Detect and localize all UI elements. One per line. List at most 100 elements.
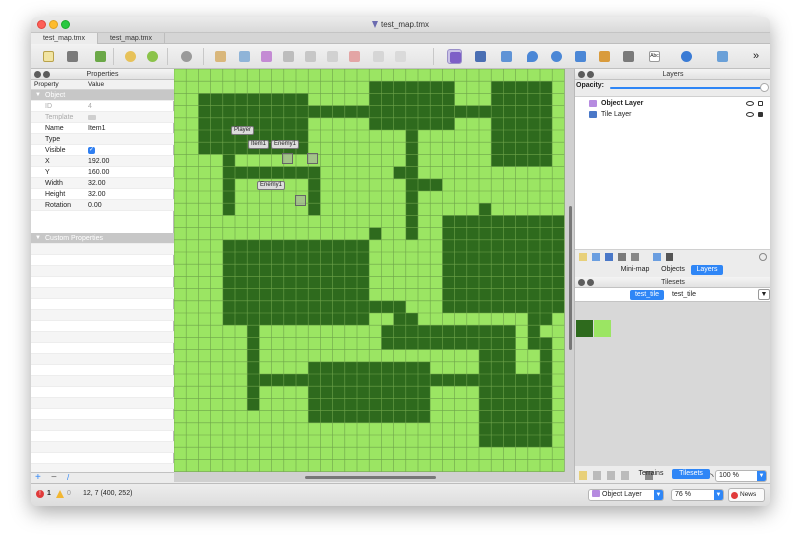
layers-menu-icon[interactable] — [759, 253, 767, 261]
property-row[interactable]: Y 160.00 — [31, 167, 174, 178]
property-row[interactable]: ID 4 — [31, 101, 174, 112]
undo-button[interactable] — [123, 49, 138, 64]
object-label-enemy1[interactable]: Enemy1 — [271, 140, 300, 149]
opacity-slider-track[interactable] — [610, 87, 763, 89]
delete-layer-icon[interactable] — [631, 253, 639, 261]
property-value[interactable]: 4 — [88, 101, 92, 112]
lower-layer-icon[interactable] — [605, 253, 613, 261]
zoom-combo[interactable]: 76 % ▼ — [671, 489, 724, 501]
new-document-button[interactable] — [41, 49, 56, 64]
tab-objects[interactable]: Objects — [657, 265, 689, 275]
rename-property-button[interactable]: / — [67, 473, 69, 482]
layer-properties-icon[interactable] — [653, 253, 661, 261]
panel-close-icon[interactable] — [578, 279, 585, 286]
layer-row-object-layer[interactable]: Object Layer — [575, 98, 770, 109]
redo-button[interactable] — [145, 49, 160, 64]
lock-icon[interactable] — [758, 112, 763, 117]
random-mode-button[interactable] — [179, 49, 194, 64]
group-object[interactable]: ▼ Object — [31, 90, 174, 101]
map-view[interactable]: Player Item1 Enemy1 Enemy1 — [174, 69, 574, 482]
property-row[interactable]: Visible ✓ — [31, 145, 174, 156]
panel-close-icon[interactable] — [578, 71, 585, 78]
map-vertical-scrollbar[interactable] — [569, 206, 572, 350]
property-value[interactable]: 160.00 — [88, 167, 109, 178]
property-value[interactable]: 0.00 — [88, 200, 102, 211]
template-icon[interactable] — [88, 115, 96, 120]
object-label-enemy1-b[interactable]: Enemy1 — [257, 181, 286, 190]
tab-layers[interactable]: Layers — [691, 265, 723, 275]
tileset-menu-chevron-icon[interactable]: ▼ — [758, 289, 770, 300]
news-button[interactable]: News — [728, 488, 765, 502]
map-object-enemy1[interactable] — [307, 153, 318, 164]
raise-layer-icon[interactable] — [592, 253, 600, 261]
document-tab-2[interactable]: test_map.tmx — [98, 33, 165, 44]
stamp-brush-button[interactable] — [213, 49, 228, 64]
property-row[interactable]: Width 32.00 — [31, 178, 174, 189]
insert-polygon-button[interactable] — [573, 49, 588, 64]
property-row[interactable]: X 192.00 — [31, 156, 174, 167]
terrain-brush-button[interactable] — [237, 49, 252, 64]
object-label-player[interactable]: Player — [231, 126, 255, 135]
tile-grass[interactable] — [594, 320, 611, 337]
property-row[interactable]: Name Item1 — [31, 123, 174, 134]
property-row[interactable]: Template — [31, 112, 174, 123]
current-layer-combo[interactable]: Object Layer ▼ — [588, 489, 664, 501]
map-object-enemy1-b[interactable] — [295, 195, 306, 206]
property-row[interactable]: Height 32.00 — [31, 189, 174, 200]
bucket-fill-button[interactable] — [281, 49, 296, 64]
insert-point-button[interactable] — [525, 49, 540, 64]
panel-float-icon[interactable] — [587, 71, 594, 78]
wang-brush-button[interactable] — [259, 49, 274, 64]
tab-terrains[interactable]: Terrains — [632, 469, 670, 479]
toolbar-overflow-button[interactable]: » — [753, 49, 768, 64]
edit-polygons-button[interactable] — [473, 49, 488, 64]
duplicate-layer-icon[interactable] — [618, 253, 626, 261]
document-tab-1[interactable]: test_map.tmx — [31, 33, 98, 44]
group-custom-properties[interactable]: ▼ Custom Properties — [31, 233, 174, 244]
insert-tile-button[interactable] — [597, 49, 612, 64]
magic-wand-button[interactable] — [371, 49, 386, 64]
tileset-tab-1[interactable]: test_tile — [630, 290, 664, 300]
property-value[interactable]: 32.00 — [88, 189, 106, 200]
object-label-item1[interactable]: Item1 — [248, 140, 270, 149]
map-object-item1[interactable] — [282, 153, 293, 164]
export-button[interactable] — [93, 49, 108, 64]
visibility-eye-icon[interactable] — [746, 101, 754, 106]
move-button[interactable] — [679, 49, 694, 64]
visible-checkbox[interactable]: ✓ — [88, 147, 95, 154]
remove-property-button[interactable]: − — [51, 472, 57, 483]
insert-text-button[interactable]: Abc — [647, 49, 662, 64]
error-icon[interactable]: ! — [36, 490, 44, 498]
insert-rectangle-button[interactable] — [499, 49, 514, 64]
panel-float-icon[interactable] — [43, 71, 50, 78]
tab-minimap[interactable]: Mini-map — [615, 265, 655, 275]
map-horizontal-scrollbar[interactable] — [305, 476, 436, 479]
select-same-button[interactable] — [393, 49, 408, 64]
insert-ellipse-button[interactable] — [549, 49, 564, 64]
tileset-tab-2[interactable]: test_tile — [667, 290, 701, 300]
tab-tilesets[interactable]: Tilesets — [672, 469, 710, 479]
eraser-button[interactable] — [325, 49, 340, 64]
add-property-button[interactable]: + — [35, 472, 41, 483]
insert-template-button[interactable] — [621, 49, 636, 64]
tileset-view[interactable] — [575, 302, 770, 466]
panel-close-icon[interactable] — [34, 71, 41, 78]
rect-select-button[interactable] — [347, 49, 362, 64]
property-row[interactable]: Type — [31, 134, 174, 145]
panel-float-icon[interactable] — [587, 279, 594, 286]
property-value[interactable]: Item1 — [88, 123, 106, 134]
property-value[interactable]: 32.00 — [88, 178, 106, 189]
lock-layer-icon[interactable] — [666, 253, 673, 261]
visibility-eye-icon[interactable] — [746, 112, 754, 117]
warning-icon[interactable] — [56, 490, 64, 498]
property-row[interactable]: Rotation 0.00 — [31, 200, 174, 211]
save-button[interactable] — [65, 49, 80, 64]
layer-row-tile-layer[interactable]: Tile Layer — [575, 109, 770, 120]
select-objects-button[interactable] — [447, 49, 462, 64]
property-value[interactable]: 192.00 — [88, 156, 109, 167]
opacity-slider-handle[interactable] — [760, 83, 769, 92]
new-layer-icon[interactable] — [579, 253, 587, 261]
tile-forest[interactable] — [576, 320, 593, 337]
flip-button[interactable] — [715, 49, 730, 64]
shape-fill-button[interactable] — [303, 49, 318, 64]
